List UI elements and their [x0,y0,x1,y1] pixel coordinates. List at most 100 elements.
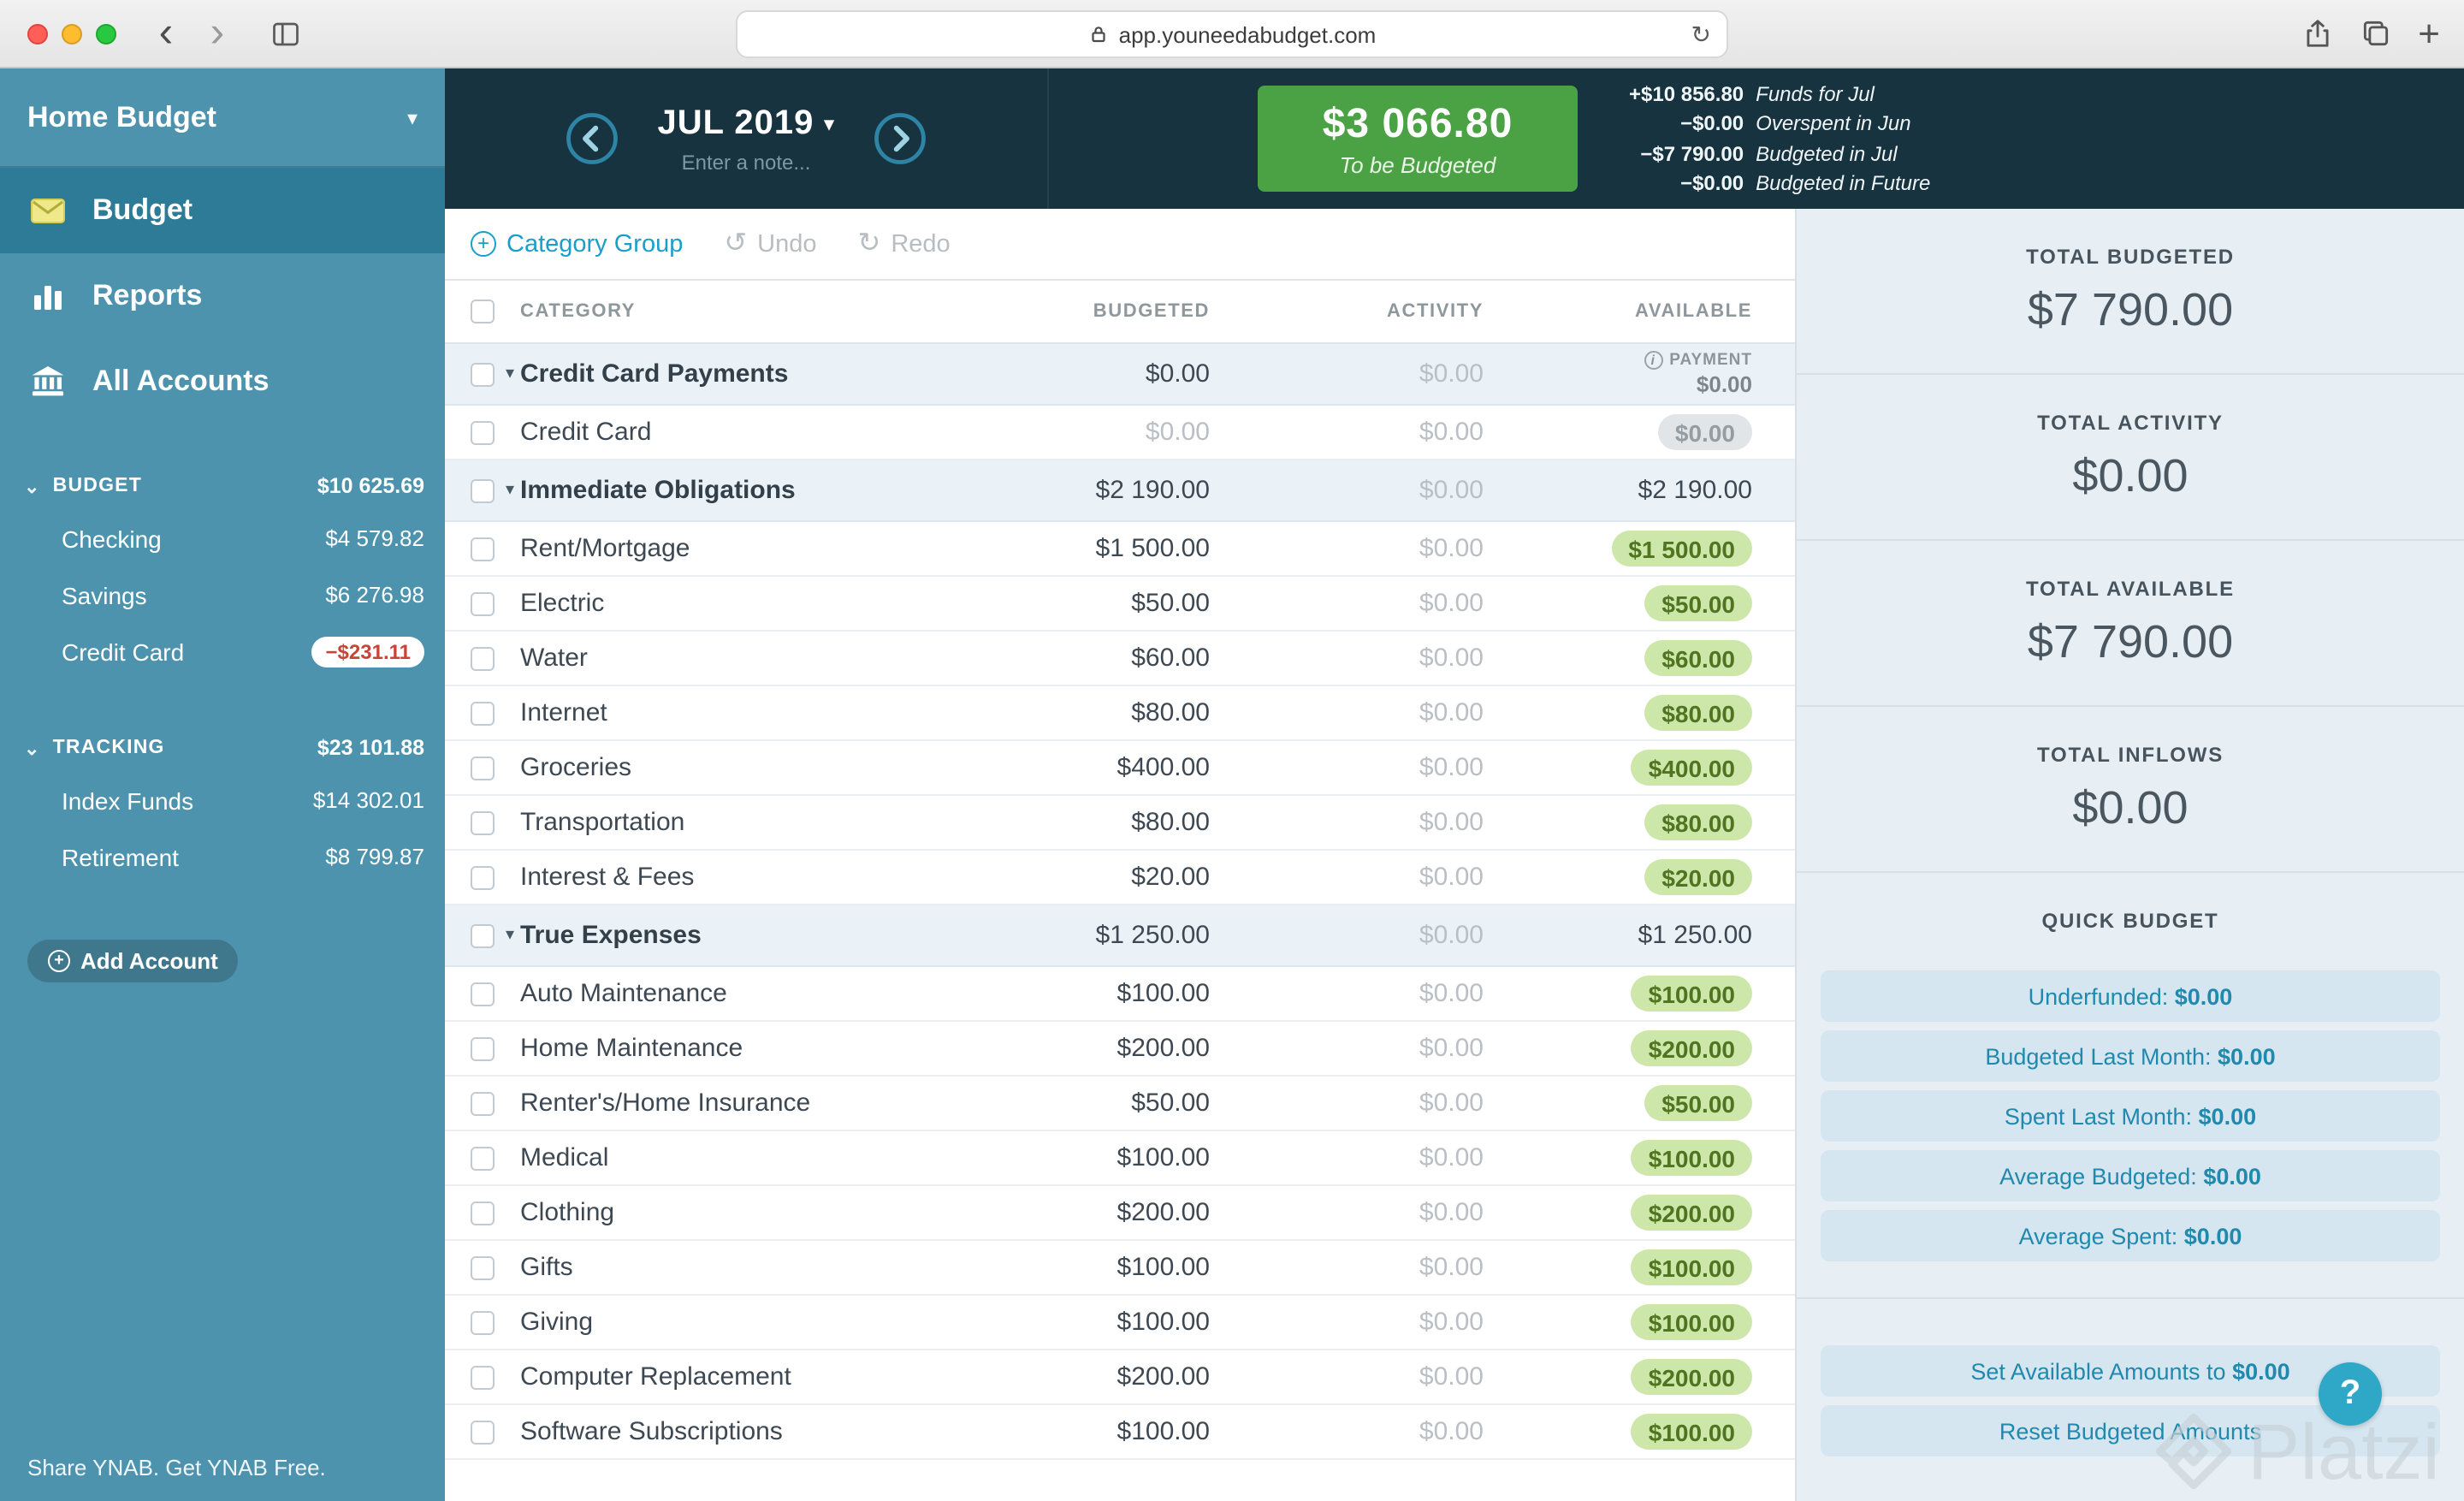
help-button[interactable]: ? [2319,1362,2382,1426]
quick-budget-average-budgeted[interactable]: Average Budgeted: $0.00 [1821,1150,2440,1201]
row-checkbox[interactable] [471,982,495,1006]
select-all-checkbox[interactable] [471,300,495,323]
category-name[interactable]: Gifts [520,1253,909,1282]
column-header-budgeted[interactable]: BUDGETED [909,301,1210,322]
category-row[interactable]: Auto Maintenance $100.00 $0.00 $100.00 [445,967,1795,1022]
collapse-icon[interactable]: ▾ [500,365,520,383]
close-window-button[interactable] [27,23,48,44]
tab-overview-icon[interactable] [2360,17,2392,50]
category-row[interactable]: Giving $100.00 $0.00 $100.00 [445,1296,1795,1350]
row-checkbox[interactable] [471,756,495,780]
browser-forward-button[interactable]: › [192,8,243,59]
available-pill[interactable]: $0.00 [1657,414,1752,450]
category-name[interactable]: Software Subscriptions [520,1417,909,1446]
budgeted-amount[interactable]: $200.00 [909,1034,1210,1063]
sidebar-footer-text[interactable]: Share YNAB. Get YNAB Free. [27,1455,326,1480]
available-pill[interactable]: $20.00 [1644,859,1752,895]
collapse-icon[interactable]: ▾ [500,926,520,945]
category-row[interactable]: Renter's/Home Insurance $50.00 $0.00 $50.00 [445,1077,1795,1131]
address-bar[interactable]: app.youneedabudget.com ↻ [736,10,1728,58]
column-header-category[interactable]: CATEGORY [520,301,909,322]
category-row[interactable]: Transportation $80.00 $0.00 $80.00 [445,796,1795,851]
row-checkbox[interactable] [471,1146,495,1170]
row-checkbox[interactable] [471,646,495,670]
category-name[interactable]: Credit Card Payments [520,359,909,389]
budgeted-amount[interactable]: $100.00 [909,1143,1210,1172]
row-checkbox[interactable] [471,537,495,561]
minimize-window-button[interactable] [62,23,82,44]
available-pill[interactable]: $200.00 [1631,1195,1752,1231]
available-pill[interactable]: $50.00 [1644,585,1752,621]
available-pill[interactable]: $200.00 [1631,1030,1752,1066]
category-row[interactable]: Rent/Mortgage $1 500.00 $0.00 $1 500.00 [445,522,1795,577]
previous-month-button[interactable] [565,111,619,166]
budget-switcher[interactable]: Home Budget ▾ [0,68,445,168]
category-row[interactable]: Internet $80.00 $0.00 $80.00 [445,686,1795,741]
category-row[interactable]: Electric $50.00 $0.00 $50.00 [445,577,1795,632]
category-name[interactable]: Credit Card [520,418,909,447]
category-group-row[interactable]: ▾ True Expenses $1 250.00 $0.00 $1 250.00 [445,905,1795,967]
column-header-available[interactable]: AVAILABLE [1484,301,1752,322]
undo-button[interactable]: ↺ Undo [724,229,816,258]
budgeted-amount[interactable]: $100.00 [909,1308,1210,1337]
category-name[interactable]: Medical [520,1143,909,1172]
category-name[interactable]: Groceries [520,753,909,782]
next-month-button[interactable] [873,111,927,166]
column-header-activity[interactable]: ACTIVITY [1210,301,1484,322]
row-checkbox[interactable] [471,1420,495,1444]
category-row[interactable]: Groceries $400.00 $0.00 $400.00 [445,741,1795,796]
category-group-row[interactable]: ▾ Immediate Obligations $2 190.00 $0.00 $2 1… [445,460,1795,522]
month-title[interactable]: JUL 2019 ▾ [657,104,834,143]
budgeted-amount[interactable]: $200.00 [909,1362,1210,1391]
refresh-icon[interactable]: ↻ [1691,20,1711,49]
category-name[interactable]: Rent/Mortgage [520,534,909,563]
quick-budget-spent-last-month[interactable]: Spent Last Month: $0.00 [1821,1090,2440,1142]
sidebar-account-retirement[interactable]: Retirement $8 799.87 [0,828,445,885]
budgeted-amount[interactable]: $400.00 [909,753,1210,782]
category-name[interactable]: Home Maintenance [520,1034,909,1063]
row-checkbox[interactable] [471,1091,495,1115]
category-name[interactable]: Electric [520,589,909,618]
available-pill[interactable]: $100.00 [1631,976,1752,1012]
sidebar-item-reports[interactable]: Reports [0,253,445,339]
row-checkbox[interactable] [471,701,495,725]
category-name[interactable]: Interest & Fees [520,863,909,892]
account-group-header[interactable]: ⌄ BUDGET $10 625.69 [0,462,445,510]
category-row[interactable]: Gifts $100.00 $0.00 $100.00 [445,1241,1795,1296]
row-checkbox[interactable] [471,1365,495,1389]
row-checkbox[interactable] [471,1201,495,1225]
budgeted-amount[interactable]: $50.00 [909,1089,1210,1118]
row-checkbox[interactable] [471,810,495,834]
row-checkbox[interactable] [471,478,495,502]
row-checkbox[interactable] [471,362,495,386]
category-name[interactable]: Computer Replacement [520,1362,909,1391]
sidebar-account-checking[interactable]: Checking $4 579.82 [0,510,445,567]
quick-budget-budgeted-last-month[interactable]: Budgeted Last Month: $0.00 [1821,1030,2440,1082]
row-checkbox[interactable] [471,1255,495,1279]
category-name[interactable]: Auto Maintenance [520,979,909,1008]
zoom-window-button[interactable] [96,23,116,44]
row-checkbox[interactable] [471,923,495,947]
category-name[interactable]: Renter's/Home Insurance [520,1089,909,1118]
sidebar-item-budget[interactable]: Budget [0,168,445,253]
budgeted-amount[interactable]: $60.00 [909,644,1210,673]
available-pill[interactable]: $100.00 [1631,1249,1752,1285]
collapse-icon[interactable]: ▾ [500,481,520,500]
account-group-header[interactable]: ⌄ TRACKING $23 101.88 [0,724,445,772]
row-checkbox[interactable] [471,591,495,615]
available-pill[interactable]: $200.00 [1631,1359,1752,1395]
available-pill[interactable]: $100.00 [1631,1304,1752,1340]
month-note-input[interactable]: Enter a note... [657,150,834,174]
available-pill[interactable]: $1 500.00 [1611,531,1752,567]
category-row[interactable]: Water $60.00 $0.00 $60.00 [445,632,1795,686]
category-name[interactable]: Immediate Obligations [520,476,909,505]
sidebar-item-all-accounts[interactable]: All Accounts [0,339,445,424]
row-checkbox[interactable] [471,865,495,889]
browser-sidebar-toggle-icon[interactable] [267,18,305,49]
available-pill[interactable]: $80.00 [1644,804,1752,840]
category-name[interactable]: Transportation [520,808,909,837]
quick-budget-underfunded[interactable]: Underfunded: $0.00 [1821,970,2440,1022]
category-name[interactable]: Giving [520,1308,909,1337]
row-checkbox[interactable] [471,1310,495,1334]
available-pill[interactable]: $100.00 [1631,1140,1752,1176]
